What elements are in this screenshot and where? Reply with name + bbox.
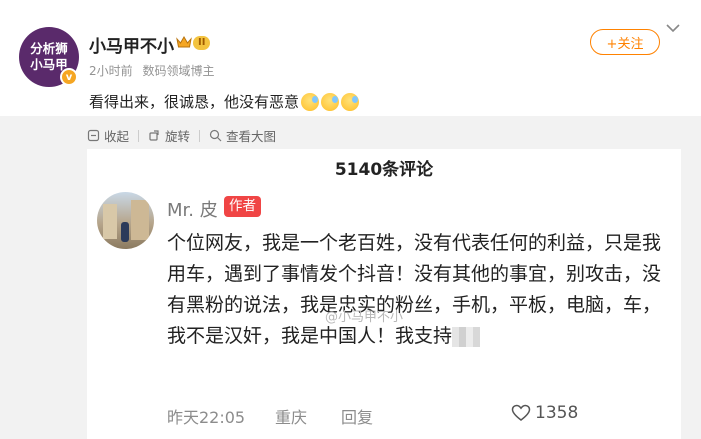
follow-button[interactable]: +关注 — [590, 29, 660, 55]
sweat-emoji-icon — [321, 92, 340, 111]
commenter-avatar — [97, 192, 154, 249]
image-toolbar: 收起 旋转 查看大图 — [87, 126, 276, 145]
watermark-text: @小马甲不小 — [325, 310, 404, 325]
sweat-emoji-icon — [301, 92, 320, 111]
comment-screenshot-image[interactable]: 5140条评论 Mr. 皮 作者 个位网友，我是一个老百姓，没有代表任何的利益，… — [87, 149, 681, 439]
collapse-label: 收起 — [104, 129, 130, 144]
comment-count-title: 5140条评论 — [334, 160, 434, 180]
post-time: 2小时前 — [89, 64, 133, 78]
author-type: 数码领域博主 — [142, 64, 215, 78]
divider — [199, 129, 201, 142]
view-large-label: 查看大图 — [226, 129, 277, 144]
comment-footer: 昨天22:05 重庆 回复 1358 — [167, 403, 677, 428]
rotate-button[interactable]: 旋转 — [148, 126, 190, 145]
comment-body: 个位网友，我是一个老百姓，没有代表任何的利益，只是我用车，遇到了事情发个抖音！没… — [167, 228, 667, 352]
collapse-button[interactable]: 收起 — [87, 126, 129, 145]
comment-location: 重庆 — [275, 408, 308, 427]
post-text-content: 看得出来，很诚恳，他没有恶意 — [89, 93, 300, 111]
avatar-photo-building — [103, 204, 117, 239]
level-badge: II — [193, 36, 211, 50]
post-meta: 2小时前 数码领域博主 — [89, 62, 220, 79]
rotate-label: 旋转 — [165, 129, 191, 144]
rotate-icon — [149, 130, 159, 141]
post-text: 看得出来，很诚恳，他没有恶意 — [89, 91, 360, 112]
view-large-button[interactable]: 查看大图 — [209, 126, 276, 145]
author-tag: 作者 — [224, 196, 261, 217]
comment-reply: 回复 — [341, 408, 374, 427]
verified-badge: v — [60, 68, 78, 86]
collapse-icon — [87, 129, 100, 142]
watermark: @小马甲不小 — [325, 306, 403, 325]
comment-time: 昨天22:05 — [167, 408, 246, 427]
commenter-name: Mr. 皮 — [167, 200, 218, 221]
comment-like: 1358 — [511, 403, 578, 423]
post-header: 分析狮 小马甲 v 小马甲不小 II 2小时前 数码领域博主 +关注 看得出来，… — [0, 0, 701, 116]
sweat-emoji-icon — [341, 92, 360, 111]
like-count: 1358 — [535, 403, 579, 423]
crown-icon — [176, 36, 192, 48]
avatar-photo-building — [131, 200, 149, 240]
username[interactable]: 小马甲不小 — [89, 32, 174, 57]
chevron-down-icon[interactable] — [665, 22, 681, 34]
comment-text: 个位网友，我是一个老百姓，没有代表任何的利益，只是我用车，遇到了事情发个抖音！没… — [167, 232, 662, 347]
avatar-text-line1: 分析狮 — [30, 41, 68, 56]
avatar-photo-person — [121, 222, 129, 242]
heart-icon — [511, 404, 531, 421]
mosaic-redaction — [452, 326, 481, 347]
zoom-icon — [209, 129, 222, 142]
divider — [138, 129, 140, 142]
